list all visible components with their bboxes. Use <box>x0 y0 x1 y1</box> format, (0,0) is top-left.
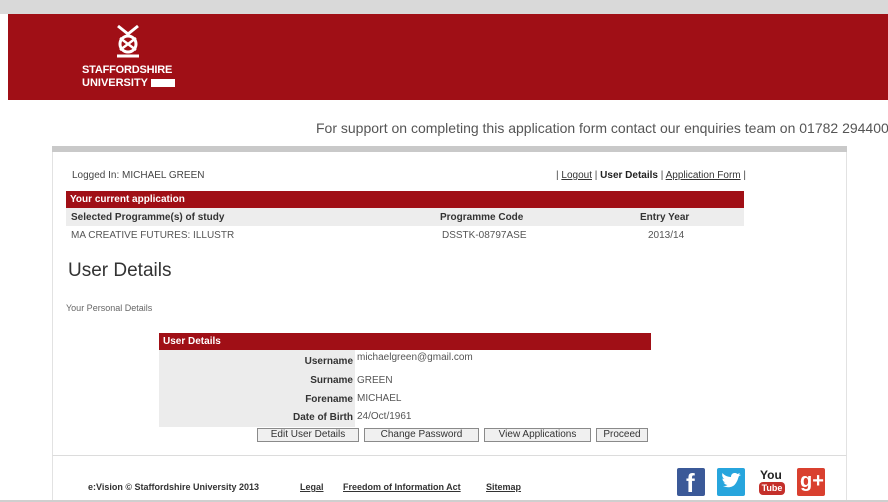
facebook-glyph: f <box>686 468 695 498</box>
user-details-link[interactable]: User Details <box>600 170 658 181</box>
proceed-button[interactable]: Proceed <box>596 428 648 442</box>
column-header-code: Programme Code <box>440 212 524 223</box>
nav-sep: | <box>743 170 747 181</box>
programme-code: DSSTK-08797ASE <box>442 230 527 241</box>
sitemap-link[interactable]: Sitemap <box>486 482 521 492</box>
foi-link[interactable]: Freedom of Information Act <box>343 482 461 492</box>
youtube-tube-text: Tube <box>759 482 785 495</box>
youtube-you-text: You <box>760 468 782 482</box>
bird-icon <box>722 473 741 488</box>
logo-line2-text: UNIVERSITY <box>82 77 149 89</box>
crest-icon <box>117 24 139 58</box>
change-password-button[interactable]: Change Password <box>364 428 479 442</box>
page-title: User Details <box>68 260 172 281</box>
user-nav: | Logout | User Details | Application Fo… <box>556 170 746 181</box>
google-plus-icon[interactable]: g+ <box>797 468 825 496</box>
page: STAFFORDSHIRE UNIVERSITY For support on … <box>0 0 888 502</box>
section-subtitle: Your Personal Details <box>66 303 153 313</box>
logo-line2: UNIVERSITY <box>82 77 176 89</box>
edit-user-details-button[interactable]: Edit User Details <box>257 428 359 442</box>
university-logo[interactable]: STAFFORDSHIRE UNIVERSITY <box>82 24 176 92</box>
view-applications-button[interactable]: View Applications <box>484 428 591 442</box>
forename-value: MICHAEL <box>357 393 402 404</box>
logo-line1: STAFFORDSHIRE <box>82 64 173 76</box>
logout-link[interactable]: Logout <box>561 170 592 181</box>
twitter-icon[interactable] <box>717 468 745 496</box>
date-of-birth-value: 24/Oct/1961 <box>357 411 412 422</box>
application-form-link[interactable]: Application Form <box>666 170 741 181</box>
facebook-icon[interactable]: f <box>677 468 705 498</box>
surname-label: Surname <box>159 370 355 390</box>
user-details-heading: User Details <box>159 333 651 350</box>
surname-value: GREEN <box>357 375 393 386</box>
table-row: MA CREATIVE FUTURES: ILLUSTR DSSTK-08797… <box>66 226 744 244</box>
entry-year: 2013/14 <box>648 230 685 241</box>
date-of-birth-label: Date of Birth <box>159 407 355 427</box>
column-header-entry-year: Entry Year <box>640 212 690 223</box>
youtube-icon[interactable]: You Tube <box>758 468 786 496</box>
legal-link[interactable]: Legal <box>300 482 324 492</box>
application-table-header: Selected Programme(s) of study Programme… <box>66 208 744 226</box>
nav-sep: | <box>594 170 598 181</box>
support-notice: For support on completing this applicati… <box>316 120 888 136</box>
browser-top-strip <box>0 0 888 14</box>
username-label: Username <box>159 350 355 370</box>
forename-label: Forename <box>159 389 355 409</box>
current-application-heading: Your current application <box>66 191 744 208</box>
username-value: michaelgreen@gmail.com <box>357 352 473 363</box>
column-header-programme: Selected Programme(s) of study <box>71 212 225 223</box>
programme-name: MA CREATIVE FUTURES: ILLUSTR <box>71 230 235 241</box>
nav-sep: | <box>556 170 559 181</box>
logo-bar <box>151 79 176 87</box>
google-plus-glyph: g+ <box>800 470 824 492</box>
footer-copyright: e:Vision © Staffordshire University 2013 <box>88 482 260 492</box>
logged-in-label: Logged In: MICHAEL GREEN <box>72 170 205 181</box>
nav-sep: | <box>660 170 664 181</box>
